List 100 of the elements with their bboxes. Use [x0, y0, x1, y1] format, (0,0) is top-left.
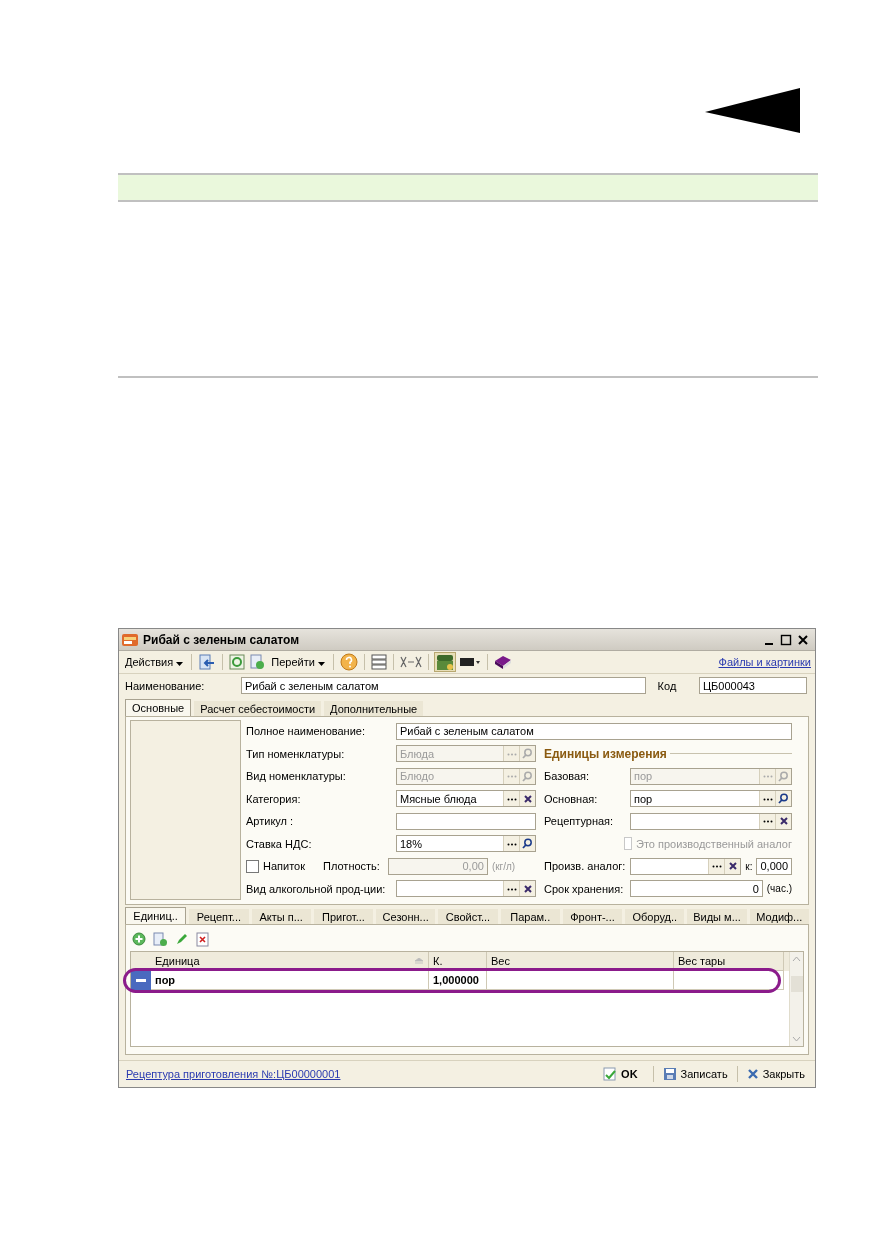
tab[interactable]: Модиф...: [749, 909, 809, 924]
field-label: Наименование:: [125, 679, 206, 692]
ellipsis-icon[interactable]: [711, 864, 722, 869]
search-icon[interactable]: [522, 838, 533, 850]
tab[interactable]: Основные: [125, 699, 192, 716]
field-label: Произв. аналог:: [544, 860, 627, 873]
tab[interactable]: Оборуд..: [625, 909, 685, 924]
input-field[interactable]: пор: [630, 790, 792, 808]
tab[interactable]: Расчет себестоимости: [194, 701, 322, 716]
save-icon: [662, 1067, 677, 1081]
refresh-icon[interactable]: [229, 654, 246, 670]
input-field[interactable]: 18%: [396, 835, 536, 853]
triangle-icon: [705, 88, 800, 133]
ellipsis-icon[interactable]: [506, 841, 517, 846]
input-field[interactable]: [630, 812, 792, 830]
ellipsis-icon[interactable]: [762, 796, 773, 801]
field-label: Основная:: [544, 792, 599, 805]
caret-icon: [317, 662, 325, 666]
check-icon: [603, 1067, 618, 1081]
input-field[interactable]: [630, 857, 742, 875]
app-icon: [122, 632, 138, 647]
recipe-link[interactable]: Рецептура приготовления №:ЦБ00000001: [126, 1068, 341, 1080]
scroll-thumb[interactable]: [790, 976, 803, 992]
clear-icon[interactable]: [522, 793, 533, 804]
table-cell: 1,000000: [429, 971, 487, 990]
tab[interactable]: Единиц..: [125, 907, 187, 924]
actions-menu[interactable]: Действия: [123, 656, 186, 668]
minus-icon: [136, 979, 146, 982]
field-label: Категория:: [246, 792, 302, 805]
ellipsis-icon[interactable]: [762, 819, 773, 824]
ellipsis-icon[interactable]: [506, 886, 517, 891]
xml-icon[interactable]: [399, 656, 422, 668]
unit-label: (час.): [766, 883, 792, 895]
checkbox[interactable]: [246, 859, 259, 873]
field-label: Полное наименование:: [246, 725, 366, 738]
table-cell: пор: [151, 971, 429, 990]
field-label: Артикул :: [246, 815, 295, 828]
caret-icon: [176, 662, 184, 666]
add-icon[interactable]: [132, 932, 146, 946]
delete-icon[interactable]: [196, 931, 209, 947]
chest-icon[interactable]: [434, 653, 455, 671]
column-header[interactable]: Вес тары: [674, 952, 784, 971]
field-label: Ставка НДС:: [246, 837, 313, 850]
ellipsis-icon[interactable]: [506, 796, 517, 801]
scrollbar[interactable]: [789, 952, 803, 1046]
field-label: Плотность:: [323, 860, 380, 873]
copy-icon[interactable]: [153, 931, 168, 947]
search-icon[interactable]: [778, 793, 789, 805]
coefficient-field[interactable]: 0,000: [756, 857, 792, 875]
card-icon[interactable]: [458, 656, 481, 668]
field-label: к:: [745, 860, 753, 872]
unit-label: (кг/л): [491, 860, 516, 872]
document-add-icon[interactable]: [249, 654, 266, 670]
clear-icon[interactable]: [778, 816, 789, 827]
field-label: Тип номенклатуры:: [246, 747, 346, 760]
checkbox-label: Это производственный аналог: [636, 837, 792, 850]
footer-button[interactable]: Закрыть: [742, 1068, 809, 1080]
window-title: Рибай с зеленым салатом: [143, 632, 300, 647]
footer-button[interactable]: OK: [599, 1067, 648, 1081]
tab[interactable]: Виды м...: [687, 909, 747, 924]
tab[interactable]: Сезонн...: [376, 909, 436, 924]
input-field[interactable]: [396, 812, 536, 830]
column-header[interactable]: Вес: [487, 952, 674, 971]
clear-icon[interactable]: [727, 861, 738, 872]
clear-icon[interactable]: [522, 883, 533, 894]
field-label: Код: [657, 679, 678, 692]
close-icon[interactable]: [797, 633, 809, 646]
field-label: Вид номенклатуры:: [246, 770, 347, 783]
close-icon: [746, 1068, 759, 1080]
tab[interactable]: Свойст...: [438, 909, 498, 924]
tab[interactable]: Пригот...: [313, 909, 374, 924]
goto-menu[interactable]: Перейти: [269, 656, 327, 668]
list-icon[interactable]: [370, 654, 387, 670]
tab[interactable]: Акты п...: [251, 909, 311, 924]
arrow-icon[interactable]: [198, 654, 217, 670]
pencil-icon[interactable]: [175, 932, 189, 946]
field-label: Базовая:: [544, 770, 591, 783]
tab[interactable]: Парам..: [500, 909, 560, 924]
field-label: Срок хранения:: [544, 882, 625, 895]
sort-icon: [414, 958, 424, 964]
input-field[interactable]: [396, 880, 536, 898]
tab[interactable]: Рецепт...: [189, 909, 249, 924]
name-field[interactable]: Рибай с зеленым салатом: [240, 677, 646, 694]
group-title: Единицы измерения: [544, 746, 667, 761]
field-label: Вид алкогольной прод-ции:: [246, 882, 387, 895]
maximize-icon[interactable]: [780, 633, 792, 646]
field-label: Рецептурная:: [544, 815, 615, 828]
column-header[interactable]: К.: [429, 952, 487, 971]
full-name-field[interactable]: Рибай с зеленым салатом: [396, 722, 792, 740]
code-field[interactable]: ЦБ000043: [698, 677, 807, 694]
book-icon[interactable]: [493, 654, 512, 670]
files-link[interactable]: Файлы и картинки: [718, 656, 811, 668]
input-field[interactable]: Мясные блюда: [396, 790, 536, 808]
column-header[interactable]: Единица: [151, 952, 429, 971]
footer-button[interactable]: Записать: [658, 1067, 732, 1081]
tab[interactable]: Фронт-...: [562, 909, 623, 924]
help-icon[interactable]: [339, 653, 358, 671]
tab[interactable]: Дополнительные: [324, 701, 424, 716]
input-field[interactable]: 0: [630, 880, 763, 898]
checkbox-label: Напиток: [263, 860, 305, 873]
